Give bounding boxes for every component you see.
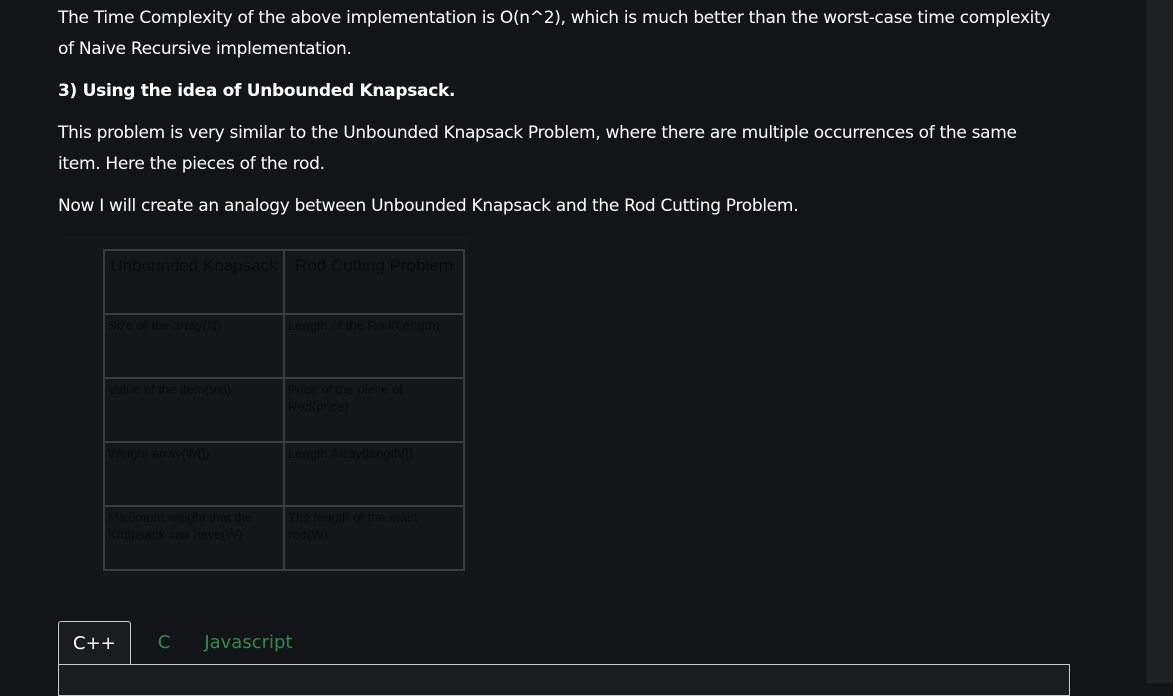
tab-javascript[interactable]: Javascript — [190, 621, 306, 665]
analogy-table: Unbounded Knapsack Rod Cutting Problem S… — [103, 249, 465, 571]
tab-c[interactable]: C — [131, 621, 191, 665]
table-cell: Size of the array(N) — [103, 313, 285, 379]
table-cell: Maximum weight that the Knapsack can hav… — [103, 505, 285, 571]
table-header: Unbounded Knapsack — [103, 249, 285, 315]
table-row: Maximum weight that the Knapsack can hav… — [103, 505, 465, 571]
table-cell: Price of the piece of Rod(price) — [283, 377, 465, 443]
table-header-row: Unbounded Knapsack Rod Cutting Problem — [103, 249, 465, 315]
table-cell: Length Array(length[]) — [283, 441, 465, 507]
table-row: Weight array(W[]) Length Array(length[]) — [103, 441, 465, 507]
section-heading: 3) Using the idea of Unbounded Knapsack. — [58, 81, 456, 101]
code-block — [58, 664, 1070, 696]
tab-cpp[interactable]: C++ — [58, 621, 131, 666]
description-paragraph: This problem is very similar to the Unbo… — [58, 123, 1017, 174]
table-cell: Value of the item(Val) — [103, 377, 285, 443]
table-row: Size of the array(N) Length of the Rod(Le… — [103, 313, 465, 379]
language-tabs: C++ C Javascript — [58, 621, 307, 666]
complexity-paragraph: The Time Complexity of the above impleme… — [58, 8, 1051, 59]
table-cell: The length of the main rod(W) — [283, 505, 465, 571]
scrollbar[interactable] — [1146, 0, 1173, 683]
analogy-paragraph: Now I will create an analogy between Unb… — [58, 196, 799, 216]
table-row: Value of the item(Val) Price of the piece… — [103, 377, 465, 443]
table-cell: Length of the Rod(Length) — [283, 313, 465, 379]
table-header: Rod Cutting Problem — [283, 249, 465, 315]
table-cell: Weight array(W[]) — [103, 441, 285, 507]
